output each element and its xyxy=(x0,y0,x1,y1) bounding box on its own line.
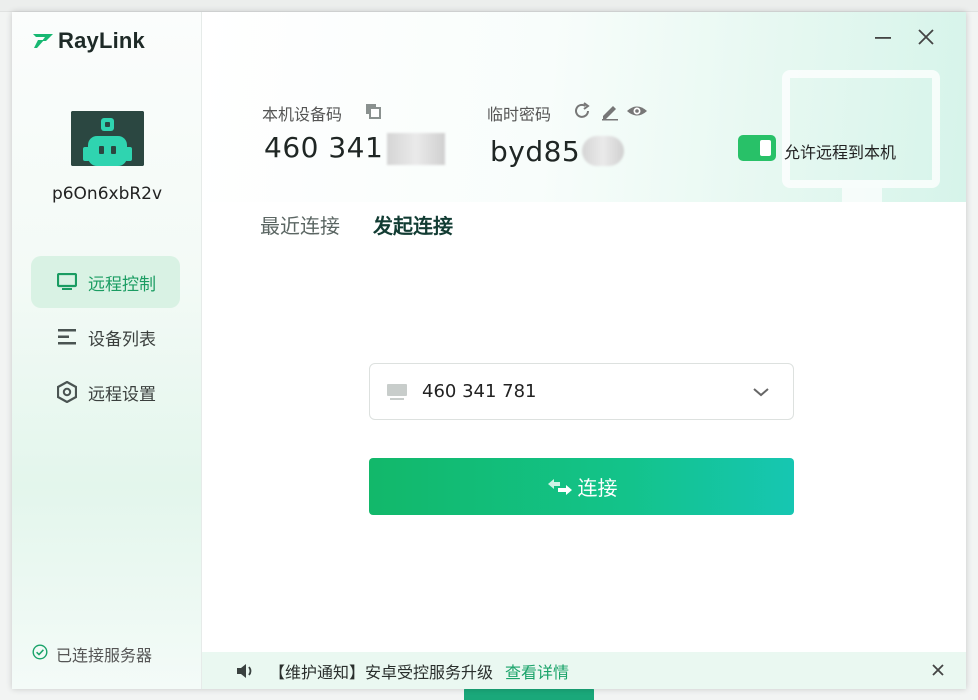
notice-close-icon[interactable] xyxy=(930,662,946,678)
allow-remote-label: 允许远程到本机 xyxy=(784,143,897,162)
tab-recent-connections[interactable]: 最近连接 xyxy=(260,210,340,239)
speaker-icon xyxy=(237,663,252,678)
device-code: 460 341 xyxy=(264,131,384,164)
nav-device-list[interactable]: 设备列表 xyxy=(31,311,180,363)
monitor-decoration xyxy=(782,70,940,188)
check-circle-icon xyxy=(32,644,48,664)
avatar xyxy=(71,111,144,166)
notice-text: 【维护通知】安卓受控服务升级 xyxy=(269,662,494,682)
main-panel: 本机设备码 460 341 临时密码 byd85 允许远程到本机 最近连接 发起… xyxy=(202,12,966,689)
brand-name: RayLink xyxy=(58,28,145,53)
nav-remote-settings[interactable]: 远程设置 xyxy=(31,366,180,418)
masked-password-chars xyxy=(582,136,624,166)
copy-icon[interactable] xyxy=(364,102,382,120)
notice-bar: 【维护通知】安卓受控服务升级 查看详情 xyxy=(202,652,966,689)
temp-password: byd85 xyxy=(490,135,581,168)
chevron-down-icon[interactable] xyxy=(751,382,771,402)
refresh-icon[interactable] xyxy=(572,101,592,121)
raylink-window: RayLink p6On6xbR2v 远程控制 设备列表 远程设置 已连接服务器… xyxy=(12,12,966,689)
device-code-label: 本机设备码 xyxy=(262,105,343,124)
tab-start-connection[interactable]: 发起连接 xyxy=(373,210,453,239)
monitor-icon xyxy=(56,271,78,293)
close-icon[interactable] xyxy=(915,26,937,48)
nav-label: 设备列表 xyxy=(88,329,156,350)
monitor-stand-decoration xyxy=(842,188,882,202)
robot-avatar-icon xyxy=(71,111,144,166)
connect-arrows-icon xyxy=(547,478,572,495)
list-icon xyxy=(56,326,78,348)
sidebar: RayLink p6On6xbR2v 远程控制 设备列表 远程设置 已连接服务器 xyxy=(12,12,202,689)
minimize-icon[interactable] xyxy=(872,26,894,48)
nav-remote-control[interactable]: 远程控制 xyxy=(31,256,180,308)
nav-label: 远程设置 xyxy=(88,384,156,405)
nav-label: 远程控制 xyxy=(88,274,156,295)
connect-button-label: 连接 xyxy=(577,476,618,500)
computer-icon xyxy=(387,383,407,400)
temp-password-label: 临时密码 xyxy=(487,105,552,124)
server-status: 已连接服务器 xyxy=(32,642,152,666)
raylink-logo-icon xyxy=(33,34,53,48)
device-id-select[interactable]: 460 341 781 xyxy=(369,363,794,420)
masked-code-digits xyxy=(387,133,445,165)
device-name: p6On6xbR2v xyxy=(51,184,163,204)
notice-details-link[interactable]: 查看详情 xyxy=(505,659,569,683)
server-status-label: 已连接服务器 xyxy=(56,646,153,665)
connect-button[interactable]: 连接 xyxy=(369,458,794,515)
settings-hexagon-icon xyxy=(56,381,78,403)
allow-remote-toggle[interactable] xyxy=(738,135,776,161)
header-panel: 本机设备码 460 341 临时密码 byd85 允许远程到本机 xyxy=(202,12,966,202)
app-logo: RayLink xyxy=(32,28,145,54)
background-app-strip xyxy=(0,0,978,12)
edit-icon[interactable] xyxy=(600,101,620,121)
eye-icon[interactable] xyxy=(626,101,648,121)
device-id-value: 460 341 781 xyxy=(422,381,537,402)
